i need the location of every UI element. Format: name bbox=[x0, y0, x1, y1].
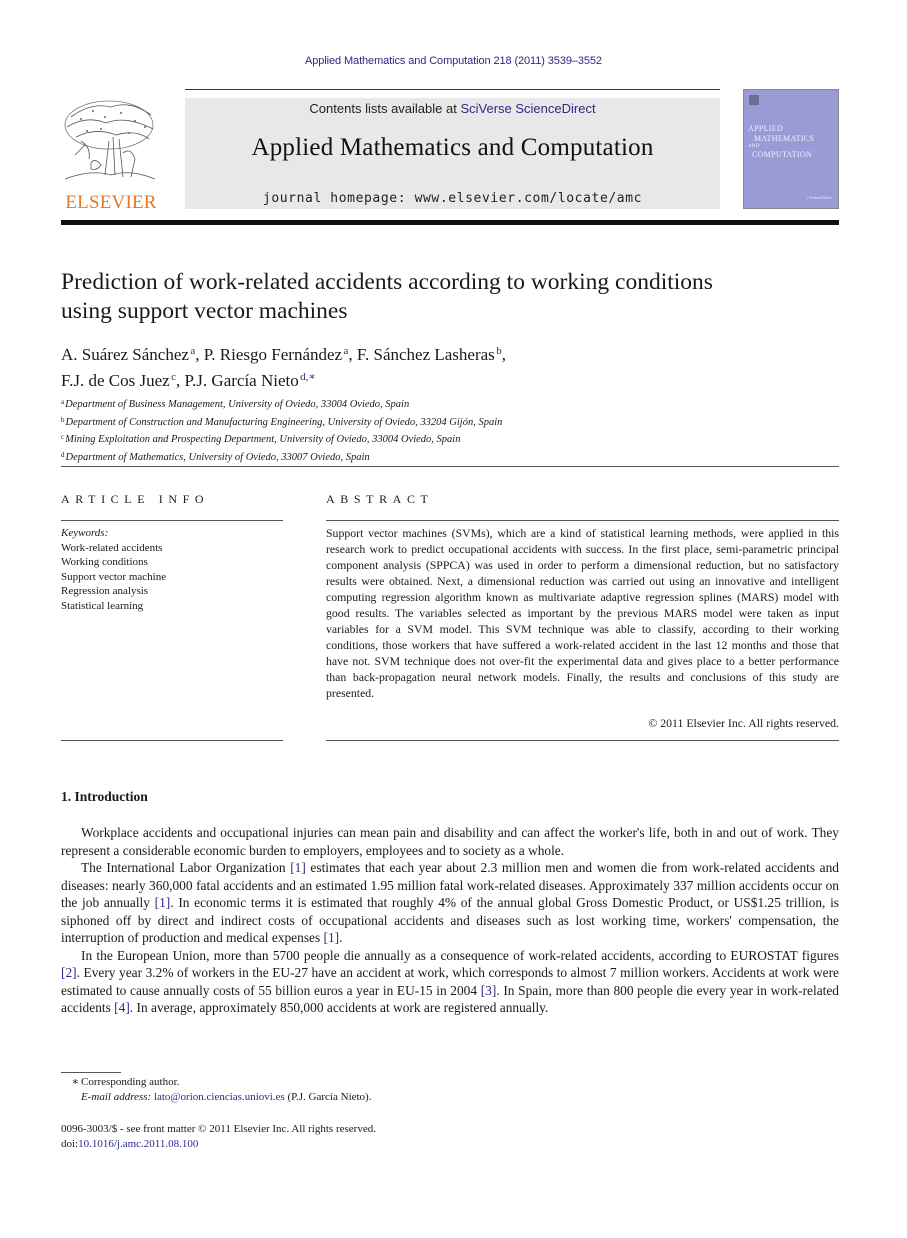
issn-doi-block: 0096-3003/$ - see front matter © 2011 El… bbox=[61, 1122, 661, 1151]
doi-link[interactable]: 10.1016/j.amc.2011.08.100 bbox=[78, 1138, 198, 1150]
article-info-rule bbox=[61, 520, 283, 521]
elsevier-wordmark: ELSEVIER bbox=[65, 192, 157, 213]
citation-link[interactable]: [2] bbox=[61, 965, 77, 980]
contents-prefix: Contents lists available at bbox=[309, 101, 461, 116]
article-info-heading: ARTICLE INFO bbox=[61, 492, 210, 506]
author-name[interactable]: P.J. García Nieto bbox=[184, 371, 298, 390]
header-rule bbox=[185, 89, 720, 90]
footnote-rule bbox=[61, 1072, 121, 1073]
text-run: . In average, approximately 850,000 acci… bbox=[129, 1000, 549, 1015]
citation-link[interactable]: [3] bbox=[481, 983, 497, 998]
affiliations: aDepartment of Business Management, Univ… bbox=[61, 395, 841, 465]
text-run: . In economic terms it is estimated that… bbox=[61, 895, 839, 945]
separator: , bbox=[348, 345, 357, 364]
keyword-item: Support vector machine bbox=[61, 570, 167, 583]
abstract-rule bbox=[326, 520, 839, 521]
affiliation-item: cMining Exploitation and Prospecting Dep… bbox=[61, 430, 841, 448]
author-line-1: A. Suárez Sánchez a, P. Riesgo Fernández… bbox=[61, 340, 841, 366]
affiliation-marker[interactable]: d,∗ bbox=[300, 371, 316, 383]
header-thick-rule bbox=[61, 220, 839, 225]
text-run: In the European Union, more than 5700 pe… bbox=[81, 947, 839, 963]
footnote-text: Corresponding author. bbox=[81, 1076, 180, 1088]
abstract-bottom-rule bbox=[326, 740, 839, 741]
abstract-heading: ABSTRACT bbox=[326, 492, 434, 506]
contents-availability: Contents lists available at SciVerse Sci… bbox=[185, 101, 720, 116]
author-name[interactable]: P. Riesgo Fernández bbox=[204, 345, 342, 364]
affiliation-item: aDepartment of Business Management, Univ… bbox=[61, 395, 841, 413]
author-name[interactable]: A. Suárez Sánchez bbox=[61, 345, 189, 364]
citation-link[interactable]: [4] bbox=[114, 1000, 130, 1015]
abstract-copyright: © 2011 Elsevier Inc. All rights reserved… bbox=[648, 716, 839, 730]
citation-link[interactable]: [1] bbox=[290, 860, 306, 875]
title-line-2: using support vector machines bbox=[61, 298, 348, 324]
footnote-line: ∗ Corresponding author. bbox=[61, 1075, 661, 1090]
issn-line: 0096-3003/$ - see front matter © 2011 El… bbox=[61, 1123, 376, 1135]
keywords-label: Keywords: bbox=[61, 527, 109, 539]
article-title: Prediction of work-related accidents acc… bbox=[61, 268, 841, 326]
affiliation-item: dDepartment of Mathematics, University o… bbox=[61, 448, 841, 466]
cover-sciencedirect-icon: ▪ ScienceDirect bbox=[807, 195, 832, 200]
affiliation-text: Department of Mathematics, University of… bbox=[65, 451, 370, 463]
abstract-text: Support vector machines (SVMs), which ar… bbox=[326, 526, 839, 700]
cover-publisher-icon bbox=[749, 95, 759, 105]
keywords-list: Keywords: Work-related accidents Working… bbox=[61, 526, 283, 613]
email-owner: (P.J. García Nieto). bbox=[284, 1091, 372, 1103]
affiliation-key: d bbox=[61, 450, 65, 459]
elsevier-tree-icon bbox=[64, 100, 156, 180]
affiliation-text: Mining Exploitation and Prospecting Depa… bbox=[65, 434, 461, 446]
article-info-bottom-rule bbox=[61, 740, 283, 741]
separator: , bbox=[195, 345, 204, 364]
affiliation-item: bDepartment of Construction and Manufact… bbox=[61, 413, 841, 431]
cover-title: APPLIED MATHEMATICS AND COMPUTATION bbox=[748, 124, 814, 160]
title-line-1: Prediction of work-related accidents acc… bbox=[61, 269, 713, 295]
affiliation-text: Department of Business Management, Unive… bbox=[65, 399, 410, 410]
keyword-item: Working conditions bbox=[61, 556, 148, 568]
citation-link[interactable]: [1] bbox=[324, 930, 340, 945]
text-run: . bbox=[339, 930, 343, 945]
cover-title-line: COMPUTATION bbox=[752, 150, 812, 159]
affiliation-key: c bbox=[61, 433, 65, 442]
author-line-2: F.J. de Cos Juez c, P.J. García Nieto d,… bbox=[61, 366, 841, 392]
corresponding-author-footnote: ∗ Corresponding author. E-mail address: l… bbox=[61, 1075, 661, 1105]
text-run: The International Labor Organization bbox=[81, 860, 291, 875]
sciencedirect-link[interactable]: SciVerse ScienceDirect bbox=[460, 101, 595, 116]
journal-citation-link[interactable]: Applied Mathematics and Computation 218 … bbox=[0, 55, 907, 67]
affiliation-text: Department of Construction and Manufactu… bbox=[65, 416, 503, 428]
paragraph: Workplace accidents and occupational inj… bbox=[61, 825, 839, 858]
cover-title-line: MATHEMATICS bbox=[754, 134, 815, 143]
email-label: E-mail address: bbox=[81, 1091, 152, 1103]
separator: , bbox=[501, 345, 506, 364]
author-name[interactable]: F.J. de Cos Juez bbox=[61, 371, 170, 390]
keyword-item: Work-related accidents bbox=[61, 541, 163, 554]
journal-masthead: Contents lists available at SciVerse Sci… bbox=[185, 98, 720, 209]
elsevier-logo[interactable]: ELSEVIER bbox=[61, 97, 161, 213]
author-list: A. Suárez Sánchez a, P. Riesgo Fernández… bbox=[61, 340, 841, 392]
paragraph: In the European Union, more than 5700 pe… bbox=[61, 947, 839, 1017]
footnote-marker: ∗ bbox=[71, 1076, 79, 1088]
introduction-body: Workplace accidents and occupational inj… bbox=[61, 824, 839, 1017]
citation-link[interactable]: [1] bbox=[155, 895, 171, 910]
email-link[interactable]: lato@orion.ciencias.uniovi.es bbox=[154, 1091, 285, 1103]
doi-prefix: doi: bbox=[61, 1137, 79, 1150]
section-divider bbox=[61, 466, 839, 467]
affiliation-key: b bbox=[61, 415, 65, 424]
journal-title: Applied Mathematics and Computation bbox=[251, 134, 654, 161]
cover-title-line: APPLIED bbox=[748, 124, 783, 133]
footnote-email-line: E-mail address: lato@orion.ciencias.unio… bbox=[61, 1090, 661, 1105]
doi-line: doi:10.1016/j.amc.2011.08.100 bbox=[61, 1137, 661, 1152]
keyword-item: Statistical learning bbox=[61, 599, 144, 612]
introduction-heading: 1. Introduction bbox=[61, 789, 148, 804]
affiliation-key: a bbox=[61, 398, 65, 406]
journal-homepage-link[interactable]: journal homepage: www.elsevier.com/locat… bbox=[185, 191, 720, 206]
paragraph: The International Labor Organization [1]… bbox=[61, 859, 839, 947]
keyword-item: Regression analysis bbox=[61, 585, 149, 597]
author-name[interactable]: F. Sánchez Lasheras bbox=[357, 345, 495, 364]
journal-cover-thumbnail[interactable]: APPLIED MATHEMATICS AND COMPUTATION ▪ Sc… bbox=[743, 89, 839, 209]
